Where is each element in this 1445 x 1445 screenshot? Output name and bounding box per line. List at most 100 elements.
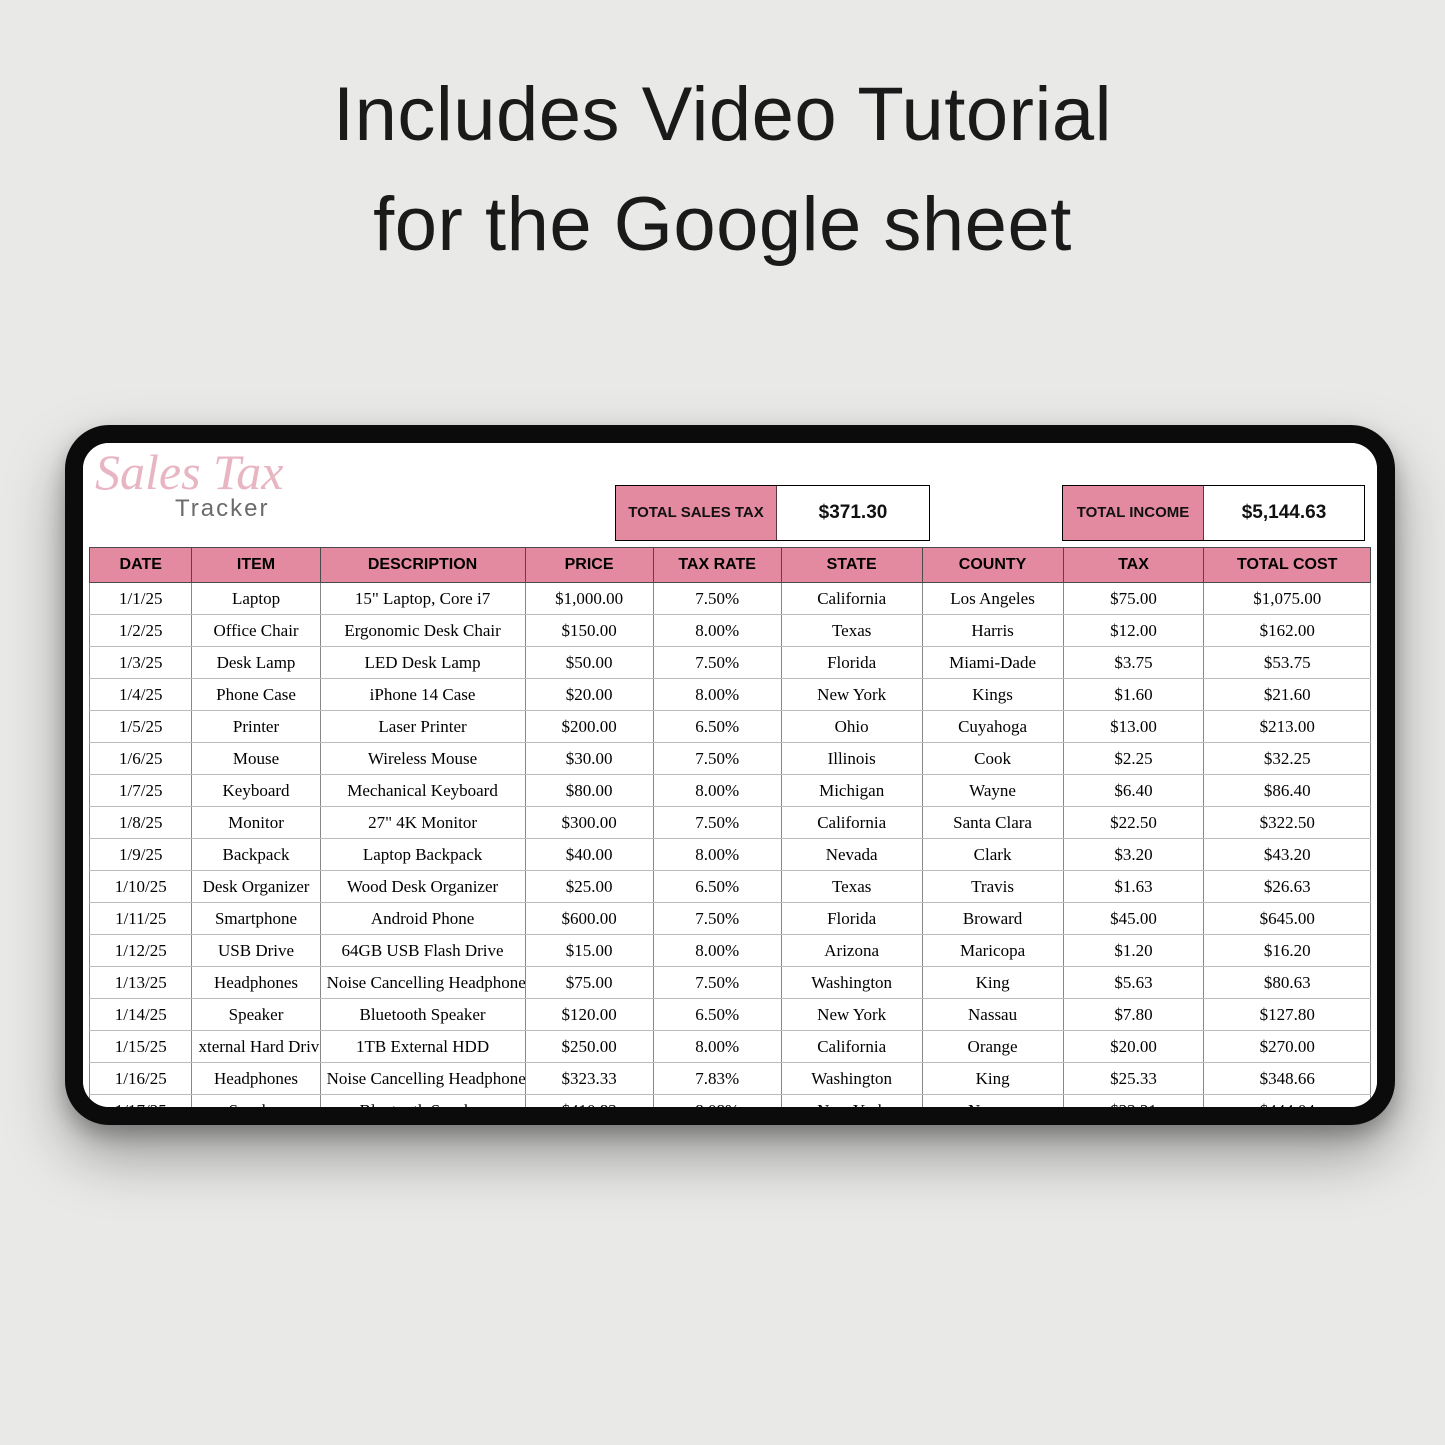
cell-county[interactable]: Miami-Dade [922,647,1063,679]
cell-county[interactable]: Broward [922,903,1063,935]
cell-tax[interactable]: $25.33 [1063,1063,1204,1095]
cell-county[interactable]: Nassau [922,999,1063,1031]
cell-total[interactable]: $270.00 [1204,1031,1371,1063]
cell-rate[interactable]: 8.00% [653,935,781,967]
cell-total[interactable]: $162.00 [1204,615,1371,647]
cell-date[interactable]: 1/9/25 [90,839,192,871]
cell-county[interactable]: Nassau [922,1095,1063,1108]
cell-price[interactable]: $410.83 [525,1095,653,1108]
col-header[interactable]: DESCRIPTION [320,548,525,583]
cell-rate[interactable]: 6.50% [653,871,781,903]
cell-price[interactable]: $200.00 [525,711,653,743]
cell-item[interactable]: Mouse [192,743,320,775]
cell-date[interactable]: 1/15/25 [90,1031,192,1063]
table-row[interactable]: 1/10/25Desk OrganizerWood Desk Organizer… [90,871,1371,903]
cell-item[interactable]: Phone Case [192,679,320,711]
col-header[interactable]: PRICE [525,548,653,583]
table-row[interactable]: 1/8/25Monitor27" 4K Monitor$300.007.50%C… [90,807,1371,839]
cell-county[interactable]: Harris [922,615,1063,647]
cell-rate[interactable]: 7.50% [653,807,781,839]
cell-rate[interactable]: 6.50% [653,711,781,743]
cell-price[interactable]: $30.00 [525,743,653,775]
cell-tax[interactable]: $22.50 [1063,807,1204,839]
cell-state[interactable]: California [781,583,922,615]
cell-item[interactable]: Headphones [192,1063,320,1095]
table-row[interactable]: 1/16/25HeadphonesNoise Cancelling Headph… [90,1063,1371,1095]
table-row[interactable]: 1/7/25KeyboardMechanical Keyboard$80.008… [90,775,1371,807]
table-row[interactable]: 1/6/25MouseWireless Mouse$30.007.50%Illi… [90,743,1371,775]
sales-tax-table[interactable]: DATEITEMDESCRIPTIONPRICETAX RATESTATECOU… [89,547,1371,1107]
cell-date[interactable]: 1/14/25 [90,999,192,1031]
col-header[interactable]: TOTAL COST [1204,548,1371,583]
cell-date[interactable]: 1/16/25 [90,1063,192,1095]
cell-item[interactable]: Smartphone [192,903,320,935]
cell-price[interactable]: $15.00 [525,935,653,967]
cell-date[interactable]: 1/7/25 [90,775,192,807]
cell-date[interactable]: 1/8/25 [90,807,192,839]
col-header[interactable]: COUNTY [922,548,1063,583]
cell-desc[interactable]: Android Phone [320,903,525,935]
cell-tax[interactable]: $5.63 [1063,967,1204,999]
cell-rate[interactable]: 8.00% [653,615,781,647]
cell-date[interactable]: 1/11/25 [90,903,192,935]
cell-desc[interactable]: Ergonomic Desk Chair [320,615,525,647]
cell-item[interactable]: Printer [192,711,320,743]
cell-price[interactable]: $150.00 [525,615,653,647]
cell-desc[interactable]: iPhone 14 Case [320,679,525,711]
cell-price[interactable]: $80.00 [525,775,653,807]
cell-price[interactable]: $600.00 [525,903,653,935]
cell-tax[interactable]: $3.75 [1063,647,1204,679]
cell-rate[interactable]: 8.08% [653,1095,781,1108]
cell-state[interactable]: Nevada [781,839,922,871]
col-header[interactable]: TAX RATE [653,548,781,583]
cell-price[interactable]: $300.00 [525,807,653,839]
cell-price[interactable]: $25.00 [525,871,653,903]
cell-desc[interactable]: Bluetooth Speaker [320,1095,525,1108]
cell-county[interactable]: Cook [922,743,1063,775]
cell-rate[interactable]: 8.00% [653,1031,781,1063]
cell-tax[interactable]: $75.00 [1063,583,1204,615]
cell-desc[interactable]: Laser Printer [320,711,525,743]
cell-desc[interactable]: Laptop Backpack [320,839,525,871]
cell-item[interactable]: Laptop [192,583,320,615]
cell-tax[interactable]: $45.00 [1063,903,1204,935]
cell-tax[interactable]: $1.20 [1063,935,1204,967]
cell-state[interactable]: Florida [781,903,922,935]
cell-item[interactable]: Backpack [192,839,320,871]
cell-item[interactable]: Desk Lamp [192,647,320,679]
cell-rate[interactable]: 8.00% [653,679,781,711]
cell-date[interactable]: 1/17/25 [90,1095,192,1108]
table-row[interactable]: 1/9/25BackpackLaptop Backpack$40.008.00%… [90,839,1371,871]
cell-rate[interactable]: 8.00% [653,775,781,807]
cell-total[interactable]: $444.04 [1204,1095,1371,1108]
cell-desc[interactable]: 64GB USB Flash Drive [320,935,525,967]
cell-state[interactable]: New York [781,679,922,711]
cell-state[interactable]: Illinois [781,743,922,775]
table-row[interactable]: 1/11/25SmartphoneAndroid Phone$600.007.5… [90,903,1371,935]
cell-county[interactable]: Wayne [922,775,1063,807]
cell-total[interactable]: $53.75 [1204,647,1371,679]
cell-date[interactable]: 1/6/25 [90,743,192,775]
cell-desc[interactable]: 27" 4K Monitor [320,807,525,839]
cell-county[interactable]: Santa Clara [922,807,1063,839]
cell-date[interactable]: 1/2/25 [90,615,192,647]
cell-tax[interactable]: $13.00 [1063,711,1204,743]
cell-rate[interactable]: 7.50% [653,647,781,679]
cell-state[interactable]: Texas [781,871,922,903]
cell-desc[interactable]: Noise Cancelling Headphones [320,1063,525,1095]
cell-county[interactable]: Travis [922,871,1063,903]
cell-price[interactable]: $50.00 [525,647,653,679]
cell-item[interactable]: Speaker [192,999,320,1031]
cell-item[interactable]: Headphones [192,967,320,999]
cell-price[interactable]: $75.00 [525,967,653,999]
cell-tax[interactable]: $20.00 [1063,1031,1204,1063]
cell-state[interactable]: Michigan [781,775,922,807]
cell-total[interactable]: $127.80 [1204,999,1371,1031]
table-row[interactable]: 1/13/25HeadphonesNoise Cancelling Headph… [90,967,1371,999]
cell-rate[interactable]: 8.00% [653,839,781,871]
cell-item[interactable]: Speaker [192,1095,320,1108]
table-row[interactable]: 1/3/25Desk LampLED Desk Lamp$50.007.50%F… [90,647,1371,679]
cell-county[interactable]: Kings [922,679,1063,711]
cell-state[interactable]: New York [781,999,922,1031]
cell-date[interactable]: 1/10/25 [90,871,192,903]
